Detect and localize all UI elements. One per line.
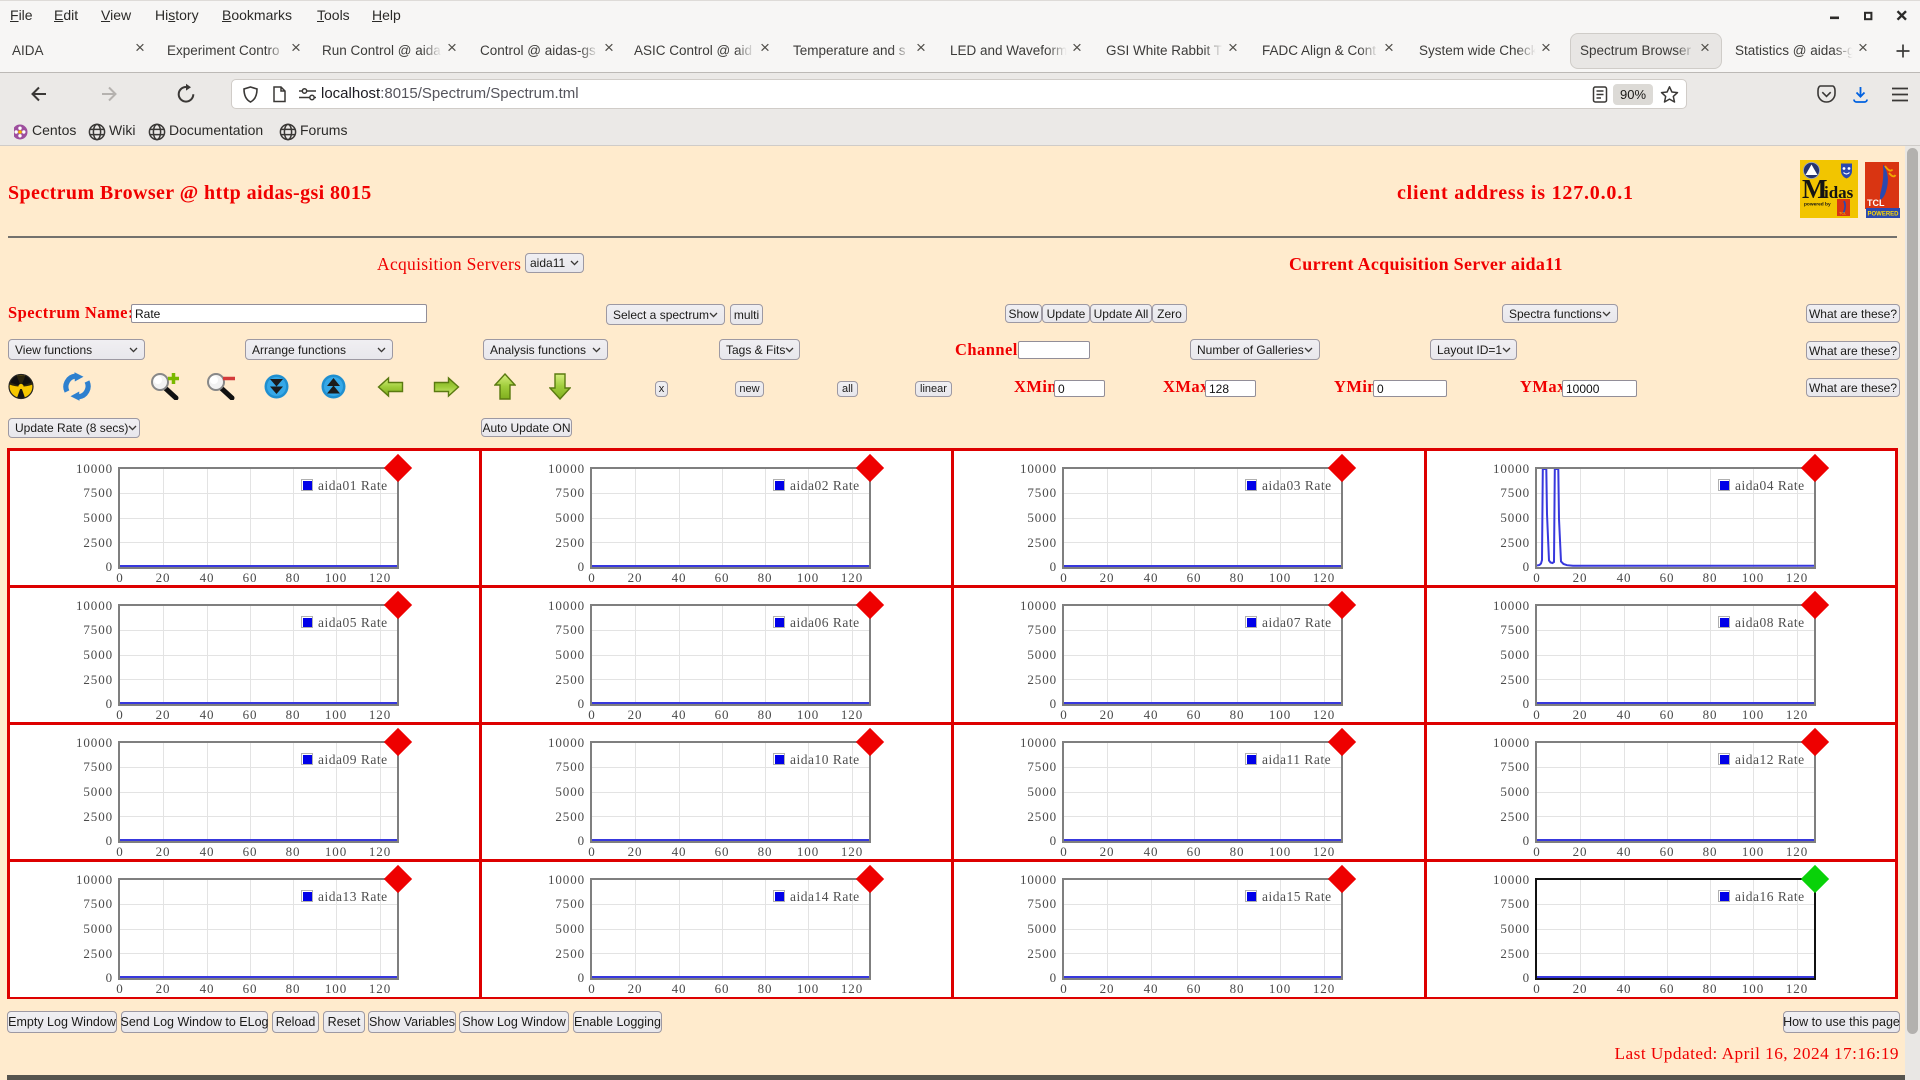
svg-text:POWERED: POWERED xyxy=(1868,212,1900,218)
svg-text:TCL: TCL xyxy=(1839,212,1846,216)
svg-text:TCL: TCL xyxy=(1867,198,1885,208)
svg-text:powered by: powered by xyxy=(1804,202,1831,208)
